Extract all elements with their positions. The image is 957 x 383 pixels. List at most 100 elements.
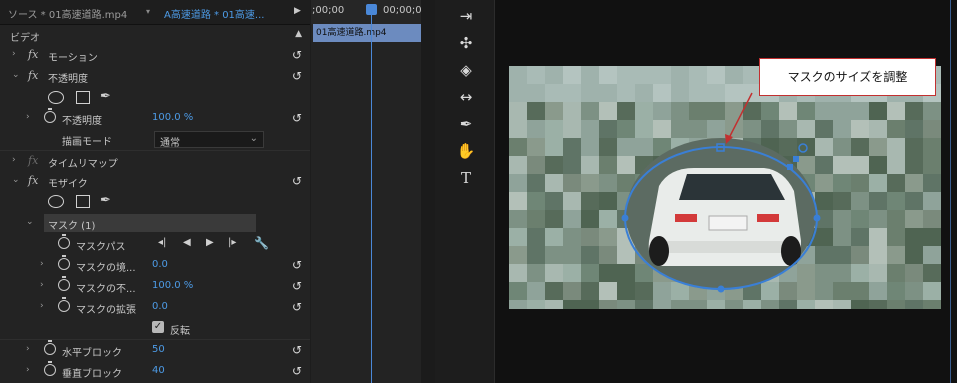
reset-icon[interactable]: ↺ [292, 174, 302, 188]
inverted-checkbox[interactable]: ✓ [152, 321, 164, 333]
stopwatch-icon[interactable] [44, 361, 56, 376]
mosaic-block [887, 210, 905, 228]
track-back-one-icon[interactable]: ◂| [158, 237, 166, 248]
mask-expansion-value[interactable]: 0.0 [152, 301, 168, 312]
effect-timeline[interactable]: ;00;00 00;00;08 01高速道路.mp4 [311, 0, 428, 383]
video-frame[interactable] [509, 66, 941, 309]
mosaic-block [599, 120, 617, 138]
mosaic-row[interactable]: ⌄ fx モザイク ↺ [0, 171, 310, 192]
track-select-icon[interactable]: ⇥ [456, 6, 476, 26]
stopwatch-icon[interactable] [44, 340, 56, 355]
reset-icon[interactable]: ↺ [292, 111, 302, 125]
mask-selected-bar[interactable]: マスク (1) [44, 214, 256, 232]
playhead-line[interactable] [371, 4, 372, 383]
rectangle-mask-icon[interactable] [76, 195, 90, 208]
clip-tab[interactable]: A高速道路 * 01高速... [164, 6, 264, 21]
mask-row[interactable]: ⌄ マスク (1) [0, 213, 310, 234]
reset-icon[interactable]: ↺ [292, 364, 302, 378]
stopwatch-icon[interactable] [58, 276, 70, 291]
razor-icon[interactable]: ◈ [456, 60, 476, 80]
mosaic-block [905, 246, 923, 264]
track-back-icon[interactable]: ◀ [183, 237, 191, 248]
expand-caret-icon[interactable]: › [40, 259, 44, 269]
fx-icon[interactable]: fx [28, 48, 38, 61]
mosaic-block [779, 102, 797, 120]
expand-caret-icon[interactable]: › [26, 112, 30, 122]
reset-icon[interactable]: ↺ [292, 48, 302, 62]
mosaic-block [923, 300, 941, 309]
mosaic-block [563, 282, 581, 300]
vertical-blocks-value[interactable]: 40 [152, 365, 165, 376]
expand-caret-icon[interactable]: › [12, 49, 16, 59]
mosaic-block [869, 228, 887, 246]
reset-icon[interactable]: ↺ [292, 69, 302, 83]
expand-caret-icon[interactable]: › [40, 301, 44, 311]
expand-caret-icon[interactable]: › [26, 344, 30, 354]
expand-caret-icon[interactable]: › [40, 280, 44, 290]
reset-icon[interactable]: ↺ [292, 279, 302, 293]
mosaic-block [833, 246, 851, 264]
collapse-arrow-icon[interactable]: ▲ [295, 29, 302, 39]
pen-mask-icon[interactable]: ✒ [100, 89, 111, 104]
mosaic-block [509, 228, 527, 246]
stopwatch-icon[interactable] [58, 297, 70, 312]
slip-icon[interactable]: ↔ [456, 87, 476, 107]
collapse-caret-icon[interactable]: ⌄ [12, 175, 20, 185]
time-remap-row[interactable]: › fx タイムリマップ [0, 151, 310, 172]
chevron-down-icon[interactable]: ▾ [146, 7, 150, 16]
mosaic-label: モザイク [48, 179, 88, 190]
type-icon[interactable]: T [456, 168, 476, 188]
reset-icon[interactable]: ↺ [292, 343, 302, 357]
ellipse-mask-icon[interactable] [48, 195, 64, 208]
expand-caret-icon[interactable]: › [12, 155, 16, 165]
clip-bar[interactable]: 01高速道路.mp4 [313, 24, 421, 42]
fx-icon[interactable]: fx [28, 174, 38, 187]
hand-icon[interactable]: ✋ [456, 141, 476, 161]
panel-splitter[interactable] [421, 0, 435, 383]
reset-icon[interactable]: ↺ [292, 300, 302, 314]
horizontal-blocks-row: › 水平ブロック 50 ↺ [0, 340, 310, 361]
ellipse-mask-icon[interactable] [48, 91, 64, 104]
stopwatch-icon[interactable] [58, 234, 70, 249]
wrench-icon[interactable]: 🔧 [254, 236, 269, 250]
track-forward-icon[interactable]: ▶ [206, 237, 214, 248]
mosaic-block [887, 138, 905, 156]
source-tab[interactable]: ソース * 01高速道路.mp4 [8, 6, 127, 21]
mask-feather-value[interactable]: 0.0 [152, 259, 168, 270]
mosaic-block [527, 210, 545, 228]
mosaic-block [527, 138, 545, 156]
mosaic-block [635, 102, 653, 120]
mask-expansion-row: › マスクの拡張 0.0 ↺ [0, 297, 310, 318]
collapse-caret-icon[interactable]: ⌄ [26, 217, 34, 227]
mosaic-block [509, 264, 527, 282]
motion-row[interactable]: › fx モーション ↺ [0, 45, 310, 66]
playhead-handle[interactable] [366, 4, 377, 15]
reset-icon[interactable]: ↺ [292, 258, 302, 272]
track-forward-one-icon[interactable]: |▸ [228, 237, 236, 248]
collapse-caret-icon[interactable]: ⌄ [12, 70, 20, 80]
fx-icon[interactable]: fx [28, 69, 38, 82]
opacity-value[interactable]: 100.0 % [152, 112, 193, 123]
mask-opacity-value[interactable]: 100.0 % [152, 280, 193, 291]
pen-icon[interactable]: ✒ [456, 114, 476, 134]
mosaic-block [509, 300, 527, 309]
mosaic-block [563, 300, 581, 309]
mosaic-block [671, 102, 689, 120]
horizontal-blocks-value[interactable]: 50 [152, 344, 165, 355]
rectangle-mask-icon[interactable] [76, 91, 90, 104]
expand-caret-icon[interactable]: › [26, 365, 30, 375]
play-icon[interactable]: ▶ [294, 6, 301, 16]
pen-mask-icon[interactable]: ✒ [100, 193, 111, 208]
fx-icon[interactable]: fx [28, 154, 38, 167]
opacity-row[interactable]: ⌄ fx 不透明度 ↺ [0, 66, 310, 87]
blend-mode-select[interactable]: 通常 ⌄ [154, 131, 264, 149]
mosaic-block [653, 66, 671, 84]
stopwatch-icon[interactable] [58, 255, 70, 270]
stopwatch-icon[interactable] [44, 108, 56, 123]
mosaic-block [869, 138, 887, 156]
mosaic-block [653, 282, 671, 300]
ripple-edit-icon[interactable]: ✣ [456, 33, 476, 53]
mosaic-block [581, 66, 599, 84]
tools-panel: ⇥ ✣ ◈ ↔ ✒ ✋ T [440, 0, 492, 383]
mosaic-block [509, 138, 527, 156]
